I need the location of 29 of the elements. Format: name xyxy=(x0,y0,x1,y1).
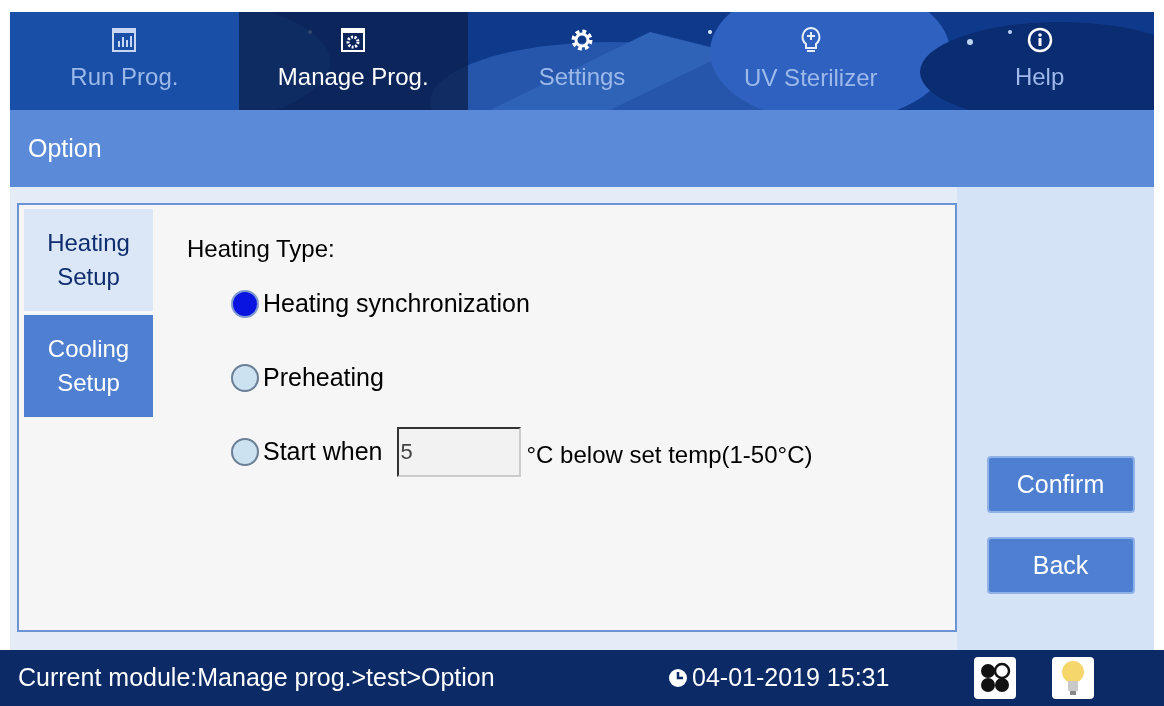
section-title: Option xyxy=(28,132,102,164)
nav-tab[interactable]: Settings xyxy=(467,12,697,110)
action-button[interactable]: Back xyxy=(986,537,1135,594)
light-bulb-icon xyxy=(1060,660,1086,696)
nav-tab[interactable]: Manage Prog. xyxy=(238,12,468,110)
clock-icon xyxy=(668,668,688,688)
settings-icon xyxy=(340,27,367,53)
radio-button[interactable] xyxy=(231,364,259,392)
modules-button[interactable] xyxy=(974,657,1016,699)
nav-tab[interactable]: UV Sterilizer xyxy=(696,12,926,110)
option-suffix: °C below set temp(1-50°C) xyxy=(526,440,813,470)
module-path: Current module:Manage prog.>test>Option xyxy=(18,662,496,694)
light-button[interactable] xyxy=(1052,657,1094,699)
option-label: Start when xyxy=(263,436,383,468)
info-icon xyxy=(1026,27,1053,53)
side-tab[interactable]: Heating Setup xyxy=(24,209,153,311)
radio-button[interactable] xyxy=(231,290,259,318)
option-label: Preheating xyxy=(263,362,384,394)
radio-button[interactable] xyxy=(231,438,259,466)
action-button[interactable]: Confirm xyxy=(986,456,1135,513)
side-tab[interactable]: Cooling Setup xyxy=(24,315,153,417)
option-label: Heating synchronization xyxy=(263,288,530,320)
input-field[interactable]: 5 xyxy=(396,427,521,477)
grid-icon xyxy=(979,662,1011,694)
chart-icon xyxy=(111,27,138,53)
settings-icon xyxy=(569,27,595,53)
date-time: 04-01-2019 15:31 xyxy=(692,662,891,694)
nav-tab[interactable]: Help xyxy=(925,12,1154,110)
heading: Heating Type: xyxy=(187,234,336,264)
